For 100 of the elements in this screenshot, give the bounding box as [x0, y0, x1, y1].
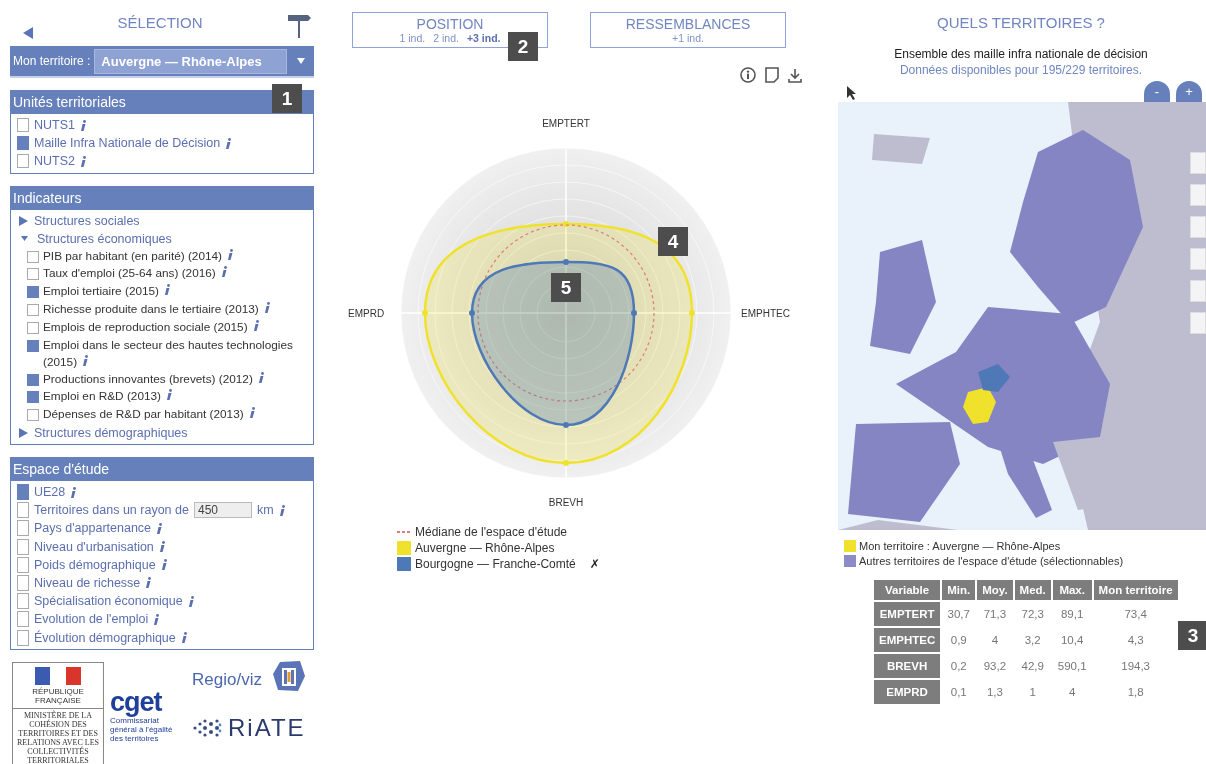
indicator-label: Emplois de reproduction sociale (2015): [43, 318, 259, 336]
marianne-flag-icon: [35, 666, 81, 685]
info-icon[interactable]: [263, 301, 270, 313]
info-icon[interactable]: [82, 354, 89, 366]
signpost-icon[interactable]: [286, 12, 312, 38]
info-icon[interactable]: [156, 522, 163, 534]
checkbox[interactable]: [27, 268, 39, 281]
checkbox[interactable]: [27, 321, 39, 334]
table-cell-text: 89,1: [1059, 607, 1085, 622]
info-icon[interactable]: [158, 541, 165, 553]
indicator-label: PIB par habitant (en parité) (2014): [43, 247, 234, 265]
riate-logo-text: RiATE: [228, 713, 306, 742]
table-cell-text: 0,1: [949, 685, 968, 700]
info-icon[interactable]: [252, 319, 259, 331]
regioviz-logo-text: Regio/viz: [192, 669, 262, 690]
info-icon[interactable]: [166, 389, 173, 401]
column-header: Med.: [1014, 580, 1051, 600]
annotation-badge: 2: [508, 32, 538, 61]
indicator-count-option[interactable]: 2 ind.: [433, 32, 459, 44]
download-icon[interactable]: [788, 67, 802, 83]
checkbox[interactable]: [17, 574, 29, 591]
checkbox[interactable]: [27, 339, 39, 352]
indicator-label: Dépenses de R&D par habitant (2013): [43, 406, 255, 424]
checkbox[interactable]: [27, 373, 39, 386]
checkbox[interactable]: [17, 538, 29, 555]
info-icon[interactable]: [70, 486, 77, 498]
checkbox[interactable]: [27, 286, 39, 299]
table-cell-text: 4: [990, 633, 1000, 648]
option-label: Niveau de richesse: [34, 575, 141, 590]
group-label[interactable]: Structures sociales: [34, 213, 140, 228]
info-icon[interactable]: [145, 577, 152, 589]
back-arrow-icon[interactable]: [22, 26, 34, 40]
info-icon[interactable]: [248, 407, 255, 419]
unit-label: km: [256, 503, 274, 518]
info-icon[interactable]: [153, 613, 160, 625]
table-cell: EMPRD: [874, 680, 941, 704]
zoom-in-button[interactable]: +: [1176, 81, 1202, 102]
checkbox[interactable]: [27, 303, 39, 316]
cursor-icon[interactable]: [846, 85, 858, 100]
info-icon[interactable]: [278, 504, 285, 516]
info-icon[interactable]: [80, 155, 86, 167]
triangle-right-icon[interactable]: [19, 215, 28, 226]
info-icon[interactable]: [80, 119, 86, 131]
table-cell-text: 1: [1028, 685, 1037, 700]
info-icon[interactable]: [187, 595, 194, 607]
checkbox[interactable]: [17, 593, 29, 610]
tab-title[interactable]: POSITION: [416, 16, 484, 32]
info-icon[interactable]: [740, 67, 756, 83]
map-subtitle: Ensemble des maille infra nationale de décision: [894, 47, 1148, 61]
table-cell-text: 4,3: [1126, 633, 1145, 648]
info-icon[interactable]: [164, 284, 171, 296]
mode-tab[interactable]: RESSEMBLANCES +1 ind.: [590, 12, 786, 48]
checkbox[interactable]: [17, 520, 29, 537]
option-label: Poids démographique: [34, 557, 156, 572]
caret-icon[interactable]: [297, 58, 305, 64]
radius-input[interactable]: 450: [193, 502, 252, 519]
indicator-count-option[interactable]: +3 ind.: [466, 32, 501, 44]
territory-select[interactable]: Auvergne — Rhône-Alpes: [94, 48, 287, 74]
table-cell-text: 4: [1067, 685, 1077, 700]
indicator-count-option[interactable]: +1 ind.: [672, 32, 704, 44]
checkbox[interactable]: [27, 409, 39, 422]
group-label[interactable]: Structures démographiques: [34, 425, 188, 440]
table-cell-text: 0,9: [949, 633, 968, 648]
info-icon[interactable]: [257, 371, 264, 383]
info-icon[interactable]: [227, 248, 234, 260]
table-cell-text: 1,8: [1126, 685, 1145, 700]
remove-button[interactable]: ✗: [585, 557, 604, 571]
triangle-down-icon[interactable]: [21, 236, 28, 242]
table-cell-text: 1,3: [985, 685, 1004, 700]
triangle-right-icon[interactable]: [19, 427, 28, 438]
section-header: Espace d'étude: [11, 457, 313, 481]
checkbox[interactable]: [17, 118, 29, 133]
info-icon[interactable]: [160, 559, 167, 571]
checkbox[interactable]: [17, 502, 29, 519]
info-icon[interactable]: [225, 137, 232, 149]
checkbox[interactable]: [17, 629, 29, 646]
checkbox[interactable]: [17, 154, 29, 169]
checkbox[interactable]: [17, 136, 29, 151]
annotation-badge: 4: [658, 227, 688, 256]
legend-label: Mon territoire : Auvergne — Rhône-Alpes: [859, 539, 1061, 552]
group-label[interactable]: Structures économiques: [37, 231, 172, 246]
axis-label: EMPRD: [348, 308, 385, 319]
note-icon[interactable]: [765, 67, 779, 83]
info-icon[interactable]: [220, 266, 227, 278]
table-cell-text: 30,7: [946, 607, 971, 622]
axis-label: EMPTERT: [542, 118, 590, 129]
indicator-label: Richesse produite dans le tertiaire (2013): [43, 300, 270, 318]
checkbox[interactable]: [17, 484, 29, 501]
info-icon[interactable]: [180, 632, 187, 644]
table-cell-text: 71,3: [982, 607, 1008, 622]
checkbox[interactable]: [17, 611, 29, 628]
zoom-out-button[interactable]: -: [1144, 81, 1170, 102]
checkbox[interactable]: [27, 250, 39, 263]
checkbox[interactable]: [17, 556, 29, 573]
tab-title[interactable]: RESSEMBLANCES: [625, 16, 751, 32]
checkbox[interactable]: [27, 391, 39, 404]
indicator-count-option[interactable]: 1 ind.: [399, 32, 426, 44]
legend-label: Auvergne — Rhône-Alpes: [415, 541, 555, 555]
panel-title: SÉLECTION: [117, 14, 203, 31]
axis-label: BREVH: [548, 497, 584, 508]
